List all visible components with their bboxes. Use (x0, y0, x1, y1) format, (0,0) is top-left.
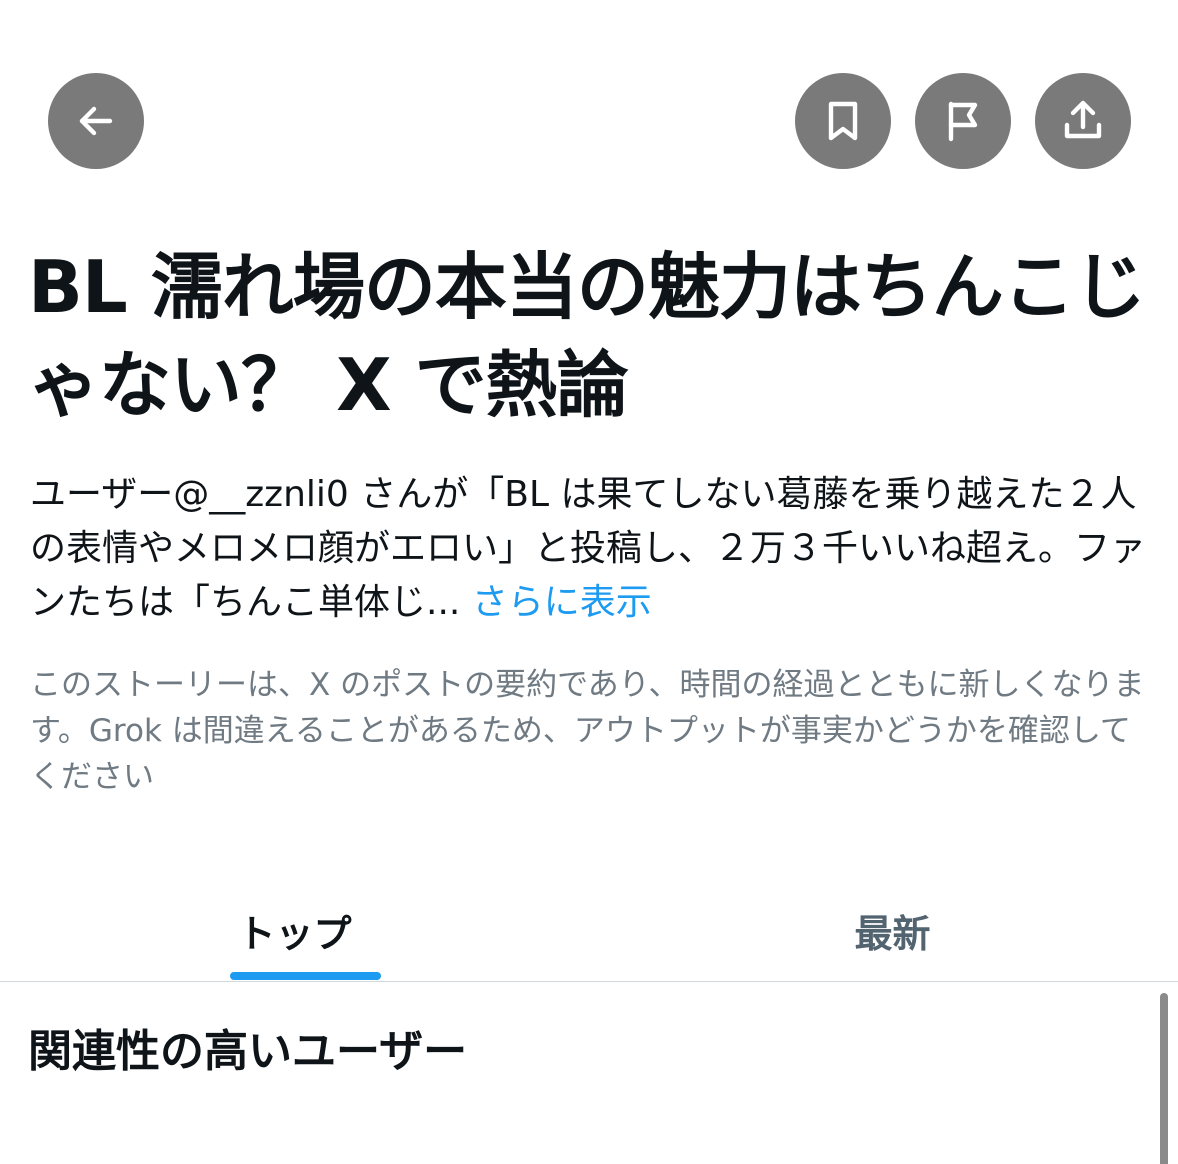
tab-top[interactable]: トップ (0, 880, 589, 980)
flag-icon (948, 101, 978, 142)
scrollbar[interactable] (1160, 993, 1168, 1164)
story-page: BL 濡れ場の本当の魅力はちんこじゃない？ X で熱論 ユーザー@__zznli… (0, 0, 1178, 1164)
share-button[interactable] (1035, 73, 1131, 169)
bookmark-icon (828, 101, 858, 141)
tab-top-label: トップ (237, 911, 352, 956)
report-button[interactable] (915, 73, 1011, 169)
show-more-link[interactable]: さらに表示 (472, 582, 652, 623)
story-title: BL 濡れ場の本当の魅力はちんこじゃない？ X で熱論 (28, 245, 1146, 427)
arrow-left-icon (79, 106, 113, 136)
story-summary: ユーザー@__zznli0 さんが「BL は果てしない葛藤を乗り越えた２人の表情… (30, 468, 1150, 630)
back-button[interactable] (48, 73, 144, 169)
section-title: 関連性の高いユーザー (28, 1026, 468, 1077)
tab-latest[interactable]: 最新 (598, 880, 1178, 980)
bookmark-button[interactable] (795, 73, 891, 169)
tab-latest-label: 最新 (854, 911, 931, 956)
active-tab-indicator (230, 972, 381, 980)
tab-divider (0, 981, 1178, 982)
share-icon (1064, 100, 1102, 139)
grok-disclaimer: このストーリーは、X のポストの要約であり、時間の経過とともに新しくなります。G… (30, 667, 1145, 795)
